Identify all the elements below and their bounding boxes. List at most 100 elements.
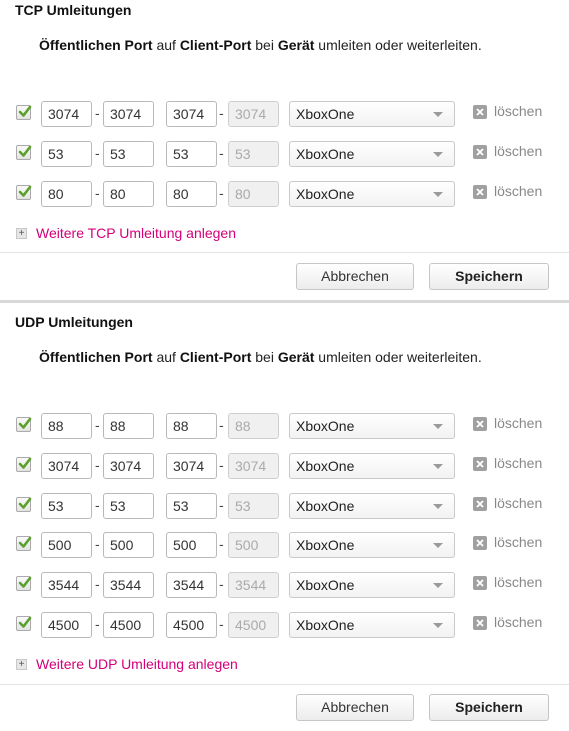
device-select[interactable]: XboxOne [289,532,455,559]
range-dash: - [95,456,100,473]
range-dash: - [95,576,100,593]
range-dash: - [219,456,224,473]
client-port-from-input[interactable] [166,141,217,167]
close-x-icon [473,185,487,199]
desc-text: umleiten oder weiterleiten. [314,349,482,365]
public-port-from-input[interactable] [41,141,92,167]
device-select-value: XboxOne [296,497,355,514]
device-select[interactable]: XboxOne [289,572,455,599]
enable-checkbox[interactable] [16,456,32,472]
client-port-from-input[interactable] [166,492,217,519]
checkmark-icon [18,417,32,429]
udp-cancel-button[interactable]: Abbrechen [296,694,414,721]
client-port-from-input[interactable] [166,612,217,638]
desc-text: bei [251,349,278,365]
public-port-to-input[interactable] [103,452,154,479]
port-forward-row: - - XboxOne löschen [0,101,569,127]
udp-description: Öffentlichen Port auf Client-Port bei Ge… [39,349,482,365]
delete-label: löschen [494,454,543,471]
range-dash: - [219,616,224,632]
client-port-from-input[interactable] [166,452,217,479]
device-select[interactable]: XboxOne [289,413,455,439]
device-select-value: XboxOne [296,617,355,633]
public-port-from-input[interactable] [41,612,92,638]
device-select-value: XboxOne [296,106,355,122]
range-dash: - [95,185,100,201]
enable-checkbox[interactable] [16,536,32,552]
public-port-to-input[interactable] [103,101,154,127]
enable-checkbox[interactable] [16,576,32,592]
client-port-from-input[interactable] [166,413,217,439]
public-port-from-input[interactable] [41,181,92,207]
close-x-icon [473,105,487,119]
client-port-from-input[interactable] [166,101,217,127]
delete-label: löschen [494,574,543,591]
tcp-cancel-button[interactable]: Abbrechen [296,263,414,290]
client-port-to-input [228,141,279,167]
desc-client-port: Client-Port [179,349,252,365]
public-port-from-input[interactable] [41,492,92,519]
close-x-icon [473,616,487,630]
range-dash: - [95,105,100,121]
add-tcp-rule-label: Weitere TCP Umleitung anlegen [36,225,236,241]
client-port-from-input[interactable] [166,532,217,559]
device-select[interactable]: XboxOne [289,101,455,127]
delete-label: löschen [494,183,543,199]
divider [0,684,569,685]
chevron-down-icon [433,152,443,157]
chevron-down-icon [433,543,443,549]
device-select-value: XboxOne [296,457,355,474]
public-port-from-input[interactable] [41,101,92,127]
tcp-description: Öffentlichen Port auf Client-Port bei Ge… [39,37,482,53]
delete-label: löschen [494,415,543,431]
delete-label: löschen [494,614,543,630]
public-port-to-input[interactable] [103,612,154,638]
enable-checkbox[interactable] [16,145,32,160]
close-x-icon [473,576,487,591]
public-port-to-input[interactable] [103,532,154,559]
close-x-icon [473,417,487,431]
client-port-from-input[interactable] [166,181,217,207]
device-select[interactable]: XboxOne [289,492,455,519]
port-forward-row: - - XboxOne löschen [0,413,569,439]
enable-checkbox[interactable] [16,496,32,512]
desc-text: auf [152,37,180,53]
device-select[interactable]: XboxOne [289,452,455,479]
enable-checkbox[interactable] [16,417,32,432]
range-dash: - [219,576,224,593]
checkmark-icon [18,576,32,588]
enable-checkbox[interactable] [16,105,32,120]
public-port-from-input[interactable] [41,532,92,559]
client-port-from-input[interactable] [166,572,217,599]
public-port-from-input[interactable] [41,452,92,479]
range-dash: - [95,536,100,553]
client-port-to-input [228,452,279,479]
desc-client-port: Client-Port [179,37,252,53]
udp-section-title: UDP Umleitungen [15,314,133,330]
public-port-to-input[interactable] [103,141,154,167]
enable-checkbox[interactable] [16,185,32,200]
device-select[interactable]: XboxOne [289,141,455,167]
plus-icon: + [16,659,27,670]
device-select[interactable]: XboxOne [289,181,455,207]
device-select[interactable]: XboxOne [289,612,455,638]
public-port-from-input[interactable] [41,572,92,599]
public-port-to-input[interactable] [103,492,154,519]
udp-save-button[interactable]: Speichern [429,694,549,721]
public-port-to-input[interactable] [103,181,154,207]
checkmark-icon [18,537,32,549]
enable-checkbox[interactable] [16,616,32,631]
tcp-save-button[interactable]: Speichern [429,263,549,290]
client-port-to-input [228,181,279,207]
device-select-value: XboxOne [296,186,355,202]
client-port-to-input [228,413,279,439]
range-dash: - [219,496,224,513]
client-port-to-input [228,492,279,519]
divider [0,252,569,253]
public-port-from-input[interactable] [41,413,92,439]
desc-text: auf [152,349,180,365]
public-port-to-input[interactable] [103,572,154,599]
public-port-to-input[interactable] [103,413,154,439]
checkmark-icon [18,616,32,628]
delete-label: löschen [494,494,543,511]
